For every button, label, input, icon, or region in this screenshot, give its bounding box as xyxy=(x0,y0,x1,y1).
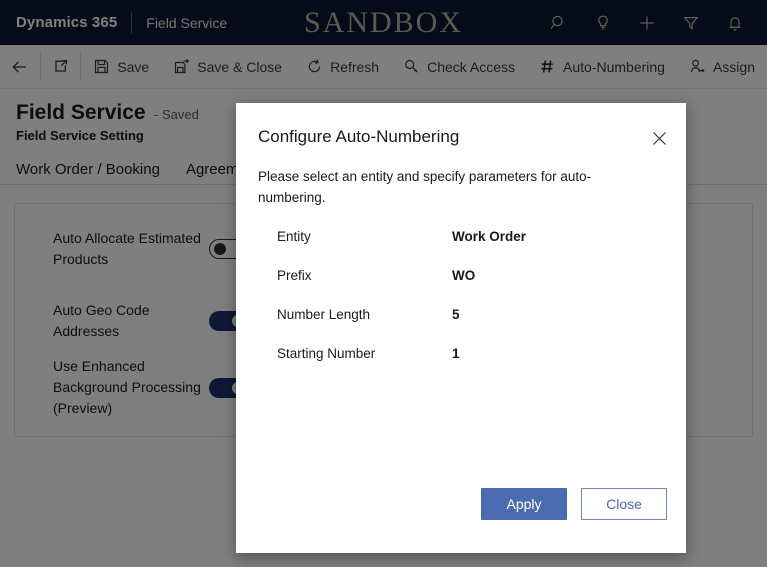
dialog-title: Configure Auto-Numbering xyxy=(258,127,460,146)
apply-button[interactable]: Apply xyxy=(481,488,567,520)
form-row-number-length: Number Length 5 xyxy=(277,307,666,322)
form-row-entity: Entity Work Order xyxy=(277,229,666,244)
screen-root: Dynamics 365 Field Service SANDBOX xyxy=(0,0,767,567)
form-value-entity[interactable]: Work Order xyxy=(452,229,526,244)
form-label-starting-number: Starting Number xyxy=(277,346,376,361)
close-button[interactable]: Close xyxy=(581,488,667,520)
form-value-prefix[interactable]: WO xyxy=(452,268,475,283)
dialog-form: Entity Work Order Prefix WO Number Lengt… xyxy=(277,229,666,385)
form-label-entity: Entity xyxy=(277,229,311,244)
close-icon[interactable] xyxy=(646,125,672,151)
configure-auto-numbering-dialog: Configure Auto-Numbering Please select a… xyxy=(236,103,686,553)
dialog-action-bar: Apply Close xyxy=(481,488,667,520)
form-label-prefix: Prefix xyxy=(277,268,312,283)
form-label-number-length: Number Length xyxy=(277,307,371,322)
form-value-number-length[interactable]: 5 xyxy=(452,307,460,322)
form-row-starting-number: Starting Number 1 xyxy=(277,346,666,361)
form-value-starting-number[interactable]: 1 xyxy=(452,346,460,361)
form-row-prefix: Prefix WO xyxy=(277,268,666,283)
dialog-description: Please select an entity and specify para… xyxy=(258,169,592,205)
